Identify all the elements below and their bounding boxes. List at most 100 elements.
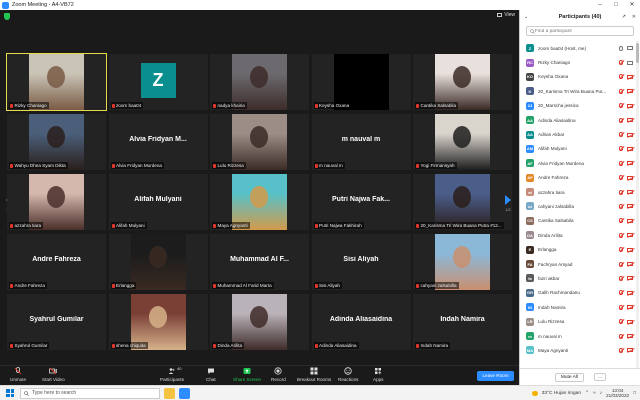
participant-name: cahyani zalsabilla [538,203,575,209]
video-tile[interactable]: Adinda Aliasaidina Adinda Aliasaidina [311,294,411,350]
participants-button[interactable]: 40 Participants [160,366,184,382]
participant-row[interactable]: MA Maya Agnyanti [520,343,636,357]
video-off-icon [627,262,633,267]
chat-button[interactable]: Chat [206,367,216,382]
video-tile[interactable]: Indah Namira Indah Namira [413,294,512,350]
video-off-icon [627,348,633,353]
participant-row[interactable]: K 20_Karisma Tri Wira Buana Put... [520,84,636,98]
taskbar-search[interactable]: Type here to search [20,387,160,399]
participant-row[interactable]: 2J 20_Marscha jessica [520,99,636,113]
participant-row[interactable]: AF Andre Fahreza [520,171,636,185]
video-off-icon [627,247,633,252]
participant-row[interactable]: FA Fachryan Arsyad [520,257,636,271]
speaker-icon[interactable]: ♪ [600,391,602,396]
chevron-down-icon[interactable]: ⌄ [524,14,528,20]
chat-icon [207,367,215,375]
notifications-icon[interactable]: □ [633,391,636,396]
microphone-muted-icon [213,283,216,288]
zoom-taskbar-icon[interactable] [179,387,190,399]
shield-icon[interactable] [4,13,10,20]
participant-row[interactable]: E Erlangga [520,242,636,256]
record-button[interactable]: Record [271,367,286,382]
more-options-button[interactable]: ... [593,373,607,381]
video-tile[interactable]: Yogi Firmansyah [413,114,512,170]
microphone-muted-icon [416,283,419,288]
view-label: View [504,12,515,18]
participant-search-input[interactable] [534,28,633,34]
video-tile[interactable]: Muhammad Al F... Muhammad Al Farid Marta [210,234,309,290]
video-tile[interactable]: nadya khairia [210,54,309,110]
participant-row[interactable]: AF Alvia Fridyan Murdena [520,156,636,170]
unmute-button[interactable]: Unmute [10,367,26,382]
video-tile[interactable]: Zzoom baa04 [108,54,208,110]
participant-row[interactable]: DA Dinda Arilita [520,228,636,242]
weather-icon [531,390,538,396]
participant-row[interactable]: AA Adrian Akbar [520,127,636,141]
participant-row[interactable]: IN Indah Namira [520,300,636,314]
participant-row[interactable]: LR Lulu Rizzesa [520,314,636,328]
participant-row[interactable]: RC Rizky Chaniago [520,55,636,69]
breakout-rooms-button[interactable]: Breakout Rooms [297,367,331,382]
participant-row[interactable]: fa fazri akbar [520,271,636,285]
windows-start-icon[interactable] [6,389,14,397]
video-tile[interactable]: Alifah Mulyani Alifah Mulyani [108,174,208,230]
tile-name-text: m nauval m [319,163,343,168]
scrollbar-thumb[interactable] [636,43,639,63]
chevron-up-icon[interactable]: ⌃ [585,391,589,396]
participant-row[interactable]: AM Alifah Mulyani [520,142,636,156]
start-video-button[interactable]: Start Video [42,367,65,382]
tile-display-name: Sisi Aliyah [343,256,379,263]
video-tile[interactable]: shena chiquita [108,294,208,350]
video-tile[interactable]: Maya Agnyanti [210,174,309,230]
video-tile[interactable]: Sisi Aliyah Sisi Aliyah [311,234,411,290]
minimize-icon[interactable]: – [592,0,608,10]
participant-row[interactable]: AA Adinda Aliasaidina [520,113,636,127]
participant-row[interactable]: KO Keysha Oxana [520,70,636,84]
wifi-icon[interactable]: ≈ [593,391,596,396]
tile-display-name: Adinda Aliasaidina [329,316,393,323]
tile-name-text: Andre Fahreza [14,283,45,288]
participant-row[interactable]: CS Cantika Salsabila [520,214,636,228]
video-tile[interactable]: azzahra tiara [7,174,106,230]
next-page-button[interactable]: 1/2 [503,195,513,213]
popout-icon[interactable]: ↗ [622,14,626,20]
participant-row[interactable]: Zzoom baa04 (Host, me) [520,41,636,55]
participant-search[interactable] [526,26,634,36]
video-tile[interactable]: Alvia Fridyan M... Alvia Fridyan Murdena [108,114,208,170]
clock-date: 21/03/2022 [606,393,630,398]
reactions-button[interactable]: Reactions [338,367,358,382]
video-tile[interactable]: Dinda Arilita [210,294,309,350]
participant-row[interactable]: cz cahyani zalsabilla [520,199,636,213]
video-tile[interactable]: m nauval m m nauval m [311,114,411,170]
file-explorer-icon[interactable] [164,387,175,399]
video-off-icon [627,276,633,281]
video-tile[interactable]: 20_Karisma Tri Wira Buana Putra #12... [413,174,512,230]
video-tile[interactable]: cahyani zalsabilla [413,234,512,290]
video-tile[interactable]: Keysha Oxana [311,54,411,110]
microphone-muted-icon [416,223,419,228]
video-tile[interactable]: Cantika Salsabila [413,54,512,110]
mute-all-button[interactable]: Mute All [554,372,584,382]
close-panel-icon[interactable]: ✕ [632,14,636,20]
view-button[interactable]: View [497,12,515,18]
video-tile[interactable]: Lulu Rizzesa [210,114,309,170]
tile-name-label: Adinda Aliasaidina [313,342,359,349]
participant-list-scrollbar[interactable] [636,41,639,368]
video-tile[interactable]: Andre Fahreza Andre Fahreza [7,234,106,290]
close-icon[interactable]: ✕ [624,0,640,10]
maximize-icon[interactable]: □ [608,0,624,10]
clock[interactable]: 13:04 21/03/2022 [606,388,629,399]
apps-button[interactable]: Apps [373,367,383,382]
video-off-icon [627,132,633,137]
participant-row[interactable]: at azzahra tiara [520,185,636,199]
video-tile[interactable]: Putri Najwa Fak... Putri Najwa Fakhirah [311,174,411,230]
video-tile[interactable]: Rizky Chaniago [6,53,107,111]
participant-row[interactable]: m m nauval m [520,329,636,343]
leave-room-button[interactable]: Leave Room [477,371,514,381]
video-tile[interactable]: Wahyu Dhea Syam Dikta [7,114,106,170]
participant-row[interactable]: GR Galih Rachmandanu [520,286,636,300]
video-tile[interactable]: Erlangga [108,234,208,290]
tile-name-text: Dinda Arilita [217,343,243,348]
video-tile[interactable]: Syahrul Gumilar Syahrul Gumilar [7,294,106,350]
share-screen-button[interactable]: Share Screen [233,367,261,382]
